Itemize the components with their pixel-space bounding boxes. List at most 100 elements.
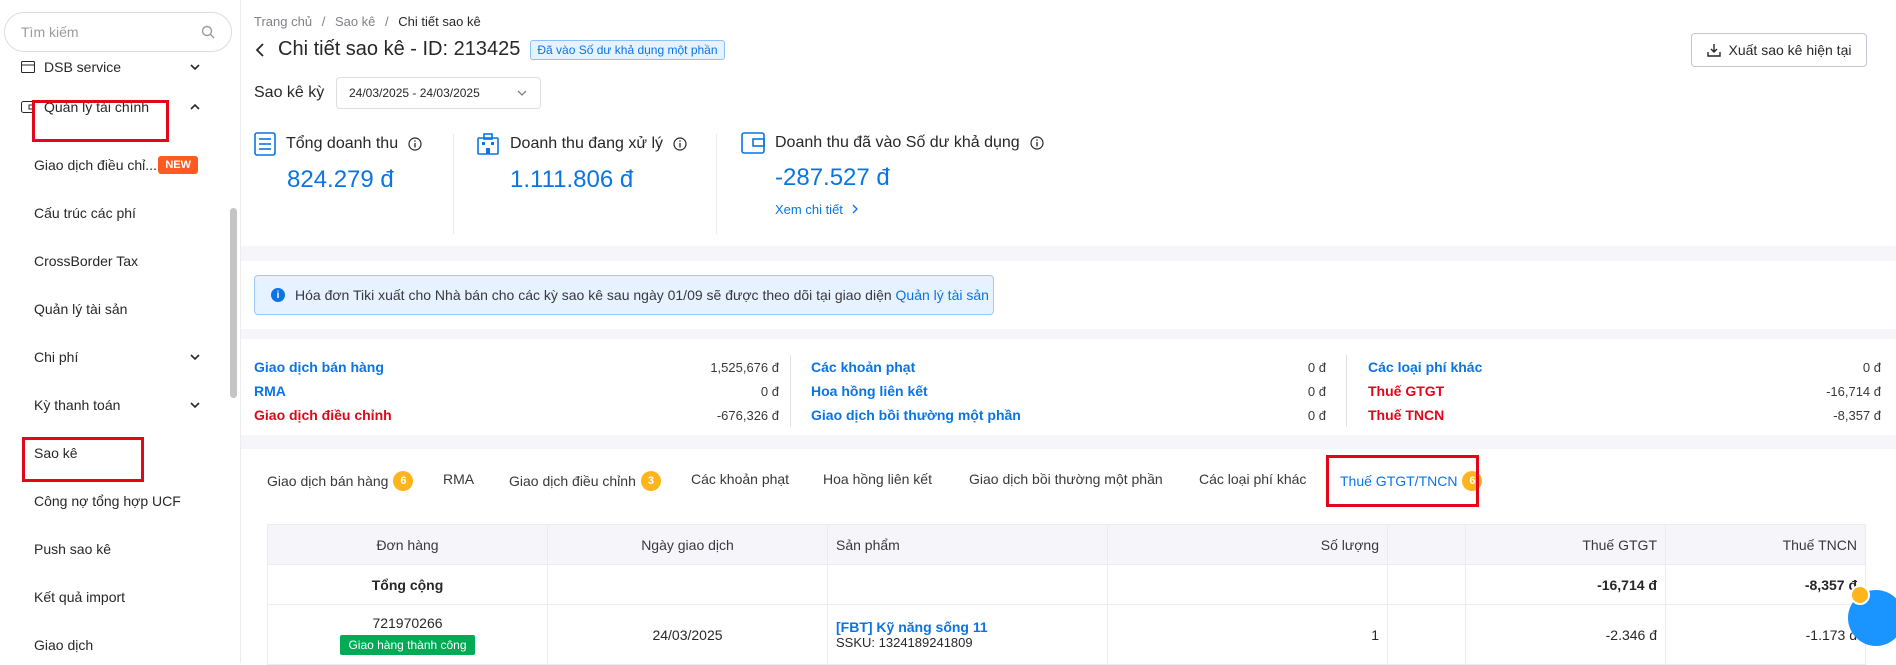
table-cell <box>1387 564 1466 605</box>
breadcrumb-home[interactable]: Trang chủ <box>254 14 312 29</box>
summary-row: Giao dịch bồi thường một phần 0 đ <box>811 403 1326 427</box>
product-cell: [FBT] Kỹ năng sống 11 SSKU: 132418924180… <box>827 604 1108 665</box>
summary-key[interactable]: Giao dịch bán hàng <box>254 359 384 375</box>
sidebar-item-payment-period[interactable]: Kỳ thanh toán <box>0 385 220 425</box>
tab-rma[interactable]: RMA <box>443 471 474 487</box>
status-badge: Đã vào Số dư khả dụng một phần <box>530 39 725 60</box>
building-icon <box>477 133 499 155</box>
breadcrumb-sep: / <box>321 14 326 29</box>
column-header-empty <box>1387 524 1466 565</box>
column-header-date: Ngày giao dịch <box>547 524 828 565</box>
order-status-badge: Giao hàng thành công <box>340 634 475 655</box>
period-select[interactable]: 24/03/2025 - 24/03/2025 <box>336 77 541 109</box>
tab-label: Các loại phí khác <box>1199 471 1307 487</box>
chevron-down-icon <box>190 64 200 71</box>
breadcrumb: Trang chủ / Sao kê / Chi tiết sao kê <box>254 14 481 29</box>
tab-other-fees[interactable]: Các loại phí khác <box>1199 471 1306 487</box>
sidebar-scrollbar[interactable] <box>230 208 237 398</box>
total-label: Tổng cộng <box>267 564 548 605</box>
sidebar-item-push-statement[interactable]: Push sao kê <box>0 529 220 569</box>
asset-management-link[interactable]: Quản lý tài sản <box>896 287 989 303</box>
table-header-row: Đơn hàng Ngày giao dịch Sản phẩm Số lượn… <box>267 524 1866 565</box>
summary-row: Thuế TNCN -8,357 đ <box>1368 403 1881 427</box>
back-arrow-icon[interactable] <box>254 42 266 58</box>
view-details-link[interactable]: Xem chi tiết <box>741 202 1044 217</box>
tab-count: 3 <box>640 471 661 491</box>
chevron-down-icon <box>190 354 200 361</box>
summary-panel: Giao dịch bán hàng 1,525,676 đ RMA 0 đ Gia… <box>241 339 1896 435</box>
sidebar-item-ucf-debt[interactable]: Công nợ tổng hợp UCF <box>0 481 220 521</box>
summary-key[interactable]: Thuế GTGT <box>1368 383 1444 399</box>
summary-key[interactable]: Các loại phí khác <box>1368 359 1482 375</box>
tab-affiliate-commission[interactable]: Hoa hồng liên kết <box>823 471 932 487</box>
search-placeholder: Tìm kiếm <box>21 24 79 40</box>
info-icon[interactable] <box>408 137 422 151</box>
summary-key[interactable]: Hoa hồng liên kết <box>811 383 928 399</box>
sidebar-item-expenses[interactable]: Chi phí <box>0 337 220 377</box>
info-alert: i Hóa đơn Tiki xuất cho Nhà bán cho các … <box>254 275 994 315</box>
product-name-link[interactable]: [FBT] Kỹ năng sống 11 <box>836 619 1099 635</box>
pit-cell: -1.173 đ <box>1665 604 1866 665</box>
column-header-qty: Số lượng <box>1107 524 1388 565</box>
sidebar-item-label: Cấu trúc các phí <box>34 205 136 221</box>
tab-penalties[interactable]: Các khoản phạt <box>691 471 789 487</box>
export-label: Xuất sao kê hiện tại <box>1728 42 1852 58</box>
summary-key[interactable]: Các khoản phạt <box>811 359 915 375</box>
tab-partial-compensation[interactable]: Giao dịch bồi thường một phần <box>969 471 1163 487</box>
tab-count: 6 <box>393 471 414 491</box>
divider <box>790 355 791 427</box>
sidebar-item-fee-structure[interactable]: Cấu trúc các phí <box>0 193 220 233</box>
summary-key[interactable]: RMA <box>254 383 286 399</box>
sidebar-item-label: Quản lý tài sản <box>34 301 128 317</box>
sidebar-item-label: Chi phí <box>34 349 79 365</box>
sidebar-item-transactions[interactable]: Giao dịch <box>0 625 220 665</box>
sidebar-item-label: Push sao kê <box>34 541 112 557</box>
sidebar: Tìm kiếm DSB service Quản lý tài chính G… <box>0 0 240 663</box>
sidebar-item-import-results[interactable]: Kết quả import <box>0 577 220 617</box>
summary-col-2: Các khoản phạt 0 đ Hoa hồng liên kết 0 đ G… <box>811 355 1326 427</box>
summary-key[interactable]: Giao dịch bồi thường một phần <box>811 407 1021 423</box>
qty-cell: 1 <box>1107 604 1388 665</box>
table-cell <box>827 564 1108 605</box>
stat-value: 824.279 đ <box>287 166 394 193</box>
summary-value: 0 đ <box>1307 407 1326 423</box>
info-text: Hóa đơn Tiki xuất cho Nhà bán cho các kỳ… <box>295 287 892 303</box>
sidebar-item-dsb-service[interactable]: DSB service <box>0 47 220 87</box>
sidebar-item-label: Kỳ thanh toán <box>34 397 121 413</box>
stat-value: -287.527 đ <box>775 164 890 191</box>
stat-label: Doanh thu đã vào Số dư khả dụng <box>775 134 1020 151</box>
order-id[interactable]: 721970266 <box>276 615 539 631</box>
stat-available-revenue: Doanh thu đã vào Số dư khả dụng -287.527… <box>741 132 1044 217</box>
product-sku: SSKU: 1324189241809 <box>836 635 973 650</box>
summary-row: Giao dịch điều chỉnh -676,326 đ <box>254 403 779 427</box>
summary-col-1: Giao dịch bán hàng 1,525,676 đ RMA 0 đ Gia… <box>254 355 779 427</box>
sidebar-item-label: Kết quả import <box>34 589 126 605</box>
info-icon[interactable] <box>673 137 687 151</box>
summary-key[interactable]: Giao dịch điều chỉnh <box>254 407 392 423</box>
highlight-box-statements <box>22 437 144 482</box>
table-row: 721970266 Giao hàng thành công 24/03/202… <box>267 604 1866 665</box>
stat-total-revenue: Tổng doanh thu 824.279 đ <box>254 132 422 194</box>
info-icon[interactable] <box>1030 136 1044 150</box>
header-panel: Trang chủ / Sao kê / Chi tiết sao kê Chi… <box>241 0 1896 246</box>
column-header-vat: Thuế GTGT <box>1465 524 1666 565</box>
tabs-panel: Giao dịch bán hàng 6 RMA Giao dịch điều c… <box>241 449 1896 665</box>
divider <box>453 134 454 234</box>
tax-table: Đơn hàng Ngày giao dịch Sản phẩm Số lượn… <box>267 524 1866 665</box>
chevron-up-icon <box>190 103 200 110</box>
summary-key[interactable]: Thuế TNCN <box>1368 407 1444 423</box>
tab-sales-transactions[interactable]: Giao dịch bán hàng 6 <box>267 471 414 491</box>
tab-label: RMA <box>443 471 475 487</box>
sidebar-item-asset-management[interactable]: Quản lý tài sản <box>0 289 220 329</box>
download-icon <box>1706 44 1721 57</box>
summary-value: -16,714 đ <box>1826 383 1881 399</box>
tab-label: Giao dịch bồi thường một phần <box>969 471 1163 487</box>
tab-adjustments[interactable]: Giao dịch điều chỉnh 3 <box>509 471 661 491</box>
search-input[interactable]: Tìm kiếm <box>4 12 232 52</box>
export-statement-button[interactable]: Xuất sao kê hiện tại <box>1691 33 1867 67</box>
breadcrumb-parent[interactable]: Sao kê <box>335 14 375 29</box>
sidebar-item-crossborder-tax[interactable]: CrossBorder Tax <box>0 241 220 281</box>
breadcrumb-current: Chi tiết sao kê <box>398 14 481 29</box>
sidebar-item-adjustments[interactable]: Giao dịch điều chỉ... NEW <box>0 145 220 185</box>
view-details-label: Xem chi tiết <box>775 202 843 217</box>
